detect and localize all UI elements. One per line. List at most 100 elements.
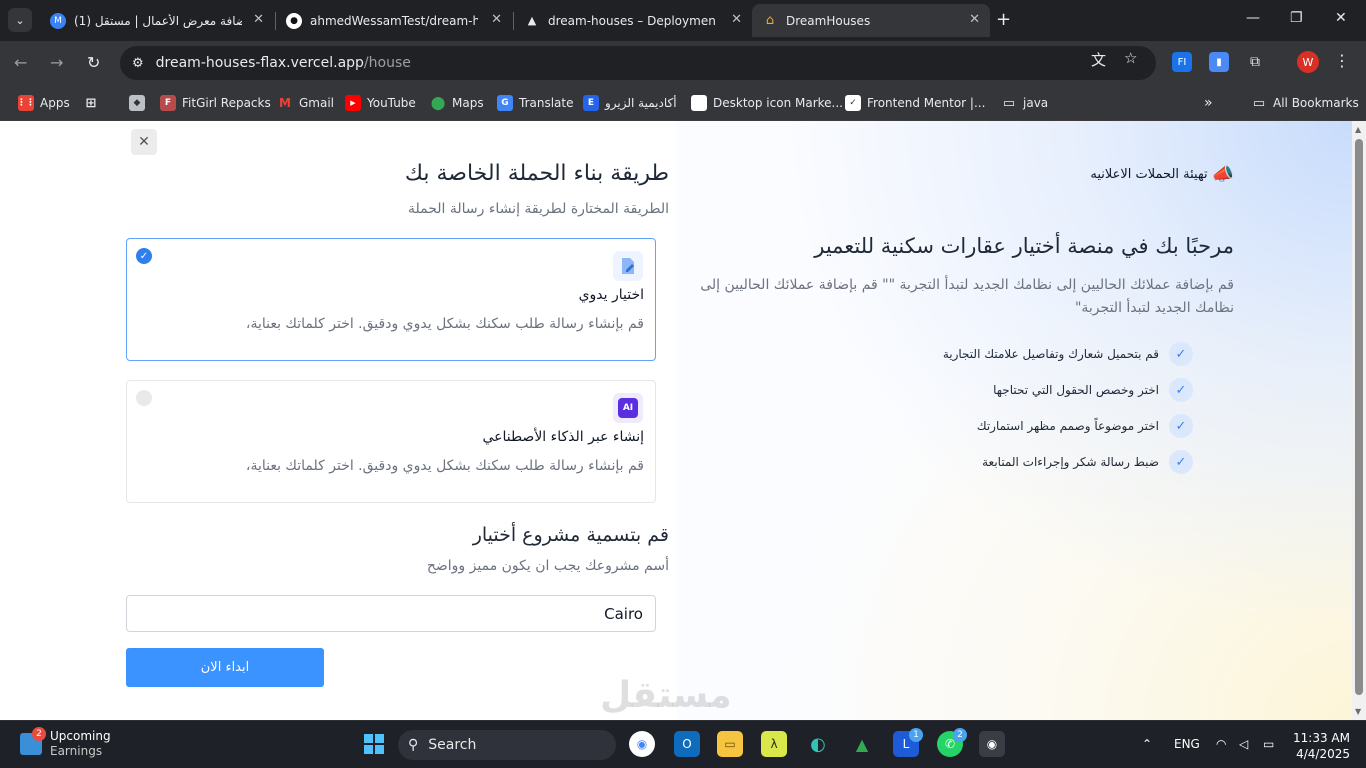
window-close-icon[interactable]: ✕ bbox=[1335, 10, 1347, 26]
check-icon: ✓ bbox=[1169, 342, 1193, 366]
form-subtitle: الطريقة المختارة لطريقة إنشاء رسالة الحم… bbox=[407, 201, 669, 217]
feature-item: ✓ قم بتحميل شعارك وتفاصيل علامتك التجارية bbox=[943, 342, 1193, 366]
bookmark-tab-groups[interactable]: ⊞ bbox=[83, 93, 105, 113]
tab-title: ahmedWessamTest/dream-hou bbox=[310, 13, 478, 28]
check-icon: ✓ bbox=[1169, 450, 1193, 474]
forward-arrow-icon[interactable]: → bbox=[50, 53, 63, 72]
bookmark-youtube[interactable]: ▶ YouTube bbox=[345, 93, 416, 113]
apps-grid-icon: ⋮⋮ bbox=[17, 95, 35, 111]
vercel-favicon-icon: ▲ bbox=[527, 14, 537, 27]
chrome-icon[interactable]: ◉ bbox=[629, 731, 655, 757]
tray-overflow-chevron-icon[interactable]: ⌃ bbox=[1142, 737, 1152, 751]
bookmark-desktop-icon-market[interactable]: Desktop icon Marke... bbox=[691, 93, 843, 113]
mostaql-favicon-icon: M bbox=[50, 12, 66, 29]
feature-item: ✓ ضبط رسالة شكر وإجراءات المتابعة bbox=[982, 450, 1193, 474]
scroll-down-arrow-icon[interactable]: ▼ bbox=[1355, 707, 1361, 716]
check-icon: ✓ bbox=[1169, 378, 1193, 402]
tab-title: dream-houses – Deployment O bbox=[548, 13, 716, 28]
project-name-subtitle: أسم مشروعك يجب ان يكون مميز وواضح bbox=[426, 558, 669, 574]
url-text: dream-houses-flax.vercel.app/house bbox=[155, 55, 411, 71]
lambda-app-icon[interactable]: λ bbox=[761, 731, 787, 757]
extension-doc-icon[interactable]: ▮ bbox=[1209, 52, 1229, 72]
close-button[interactable]: ✕ bbox=[131, 129, 157, 155]
option-manual[interactable]: ✓ اختيار يدوي قم بإنشاء رسالة طلب سكنك ب… bbox=[126, 238, 656, 361]
tab-close-icon[interactable]: ✕ bbox=[253, 12, 264, 27]
bookmarks-overflow-icon[interactable]: » bbox=[1204, 93, 1213, 113]
ai-chip-icon: AI bbox=[613, 393, 643, 423]
widget-title: Upcoming bbox=[50, 729, 111, 743]
taskbar-search[interactable]: ⚲ Search bbox=[398, 730, 616, 760]
badge-label: تهيئة الحملات الاعلانيه bbox=[1090, 167, 1208, 182]
widget-subtitle: Earnings bbox=[50, 744, 103, 758]
restore-icon[interactable]: ❐ bbox=[1290, 10, 1303, 26]
bookmark-translate[interactable]: G Translate bbox=[497, 93, 574, 113]
back-arrow-icon[interactable]: ← bbox=[14, 53, 27, 72]
bookmark-maps[interactable]: ⬤ Maps bbox=[430, 93, 484, 113]
browser-menu-icon[interactable]: ⋮ bbox=[1334, 51, 1350, 70]
notification-badge: 2 bbox=[953, 728, 967, 742]
tab-mostaql[interactable]: M (1) إضافة معرض الأعمال | مستقل ✕ bbox=[40, 4, 274, 37]
translate-page-icon[interactable]: 文 bbox=[1091, 49, 1106, 70]
fitgirl-icon: F bbox=[160, 95, 176, 111]
windows-start-icon[interactable] bbox=[361, 731, 387, 757]
bookmark-apps[interactable]: ⋮⋮ Apps bbox=[17, 93, 70, 113]
option-description: قم بإنشاء رسالة طلب سكنك بشكل يدوي ودقيق… bbox=[245, 316, 644, 332]
tab-close-icon[interactable]: ✕ bbox=[491, 12, 502, 27]
translate-icon: G bbox=[497, 95, 513, 111]
house-favicon-icon: ⌂ bbox=[765, 13, 775, 28]
tab-dreamhouses[interactable]: ⌂ DreamHouses ✕ bbox=[752, 4, 990, 37]
scroll-up-arrow-icon[interactable]: ▲ bbox=[1355, 125, 1361, 134]
edge-icon[interactable]: ◐ bbox=[805, 731, 831, 757]
widgets-button[interactable]: 2 Upcoming Earnings bbox=[20, 727, 111, 759]
all-bookmarks-folder[interactable]: ▭ All Bookmarks bbox=[1251, 93, 1359, 113]
file-explorer-icon[interactable]: ▭ bbox=[717, 731, 743, 757]
outlook-icon[interactable]: O bbox=[674, 731, 700, 757]
tab-groups-icon: ⊞ bbox=[85, 95, 97, 111]
bookmark-star-icon[interactable]: ☆ bbox=[1124, 49, 1137, 67]
tab-title: DreamHouses bbox=[786, 13, 871, 28]
clock-date: 4/4/2025 bbox=[1296, 747, 1350, 761]
campaign-setup-badge: 📣 تهيئة الحملات الاعلانيه bbox=[1090, 164, 1234, 185]
tab-close-icon[interactable]: ✕ bbox=[731, 12, 742, 27]
project-name-input[interactable] bbox=[126, 595, 656, 632]
folder-icon: ▭ bbox=[1252, 95, 1266, 111]
volume-icon[interactable]: ◁ bbox=[1239, 737, 1248, 751]
profile-avatar[interactable]: W bbox=[1297, 51, 1319, 73]
bookmark-roblox[interactable]: ◆ bbox=[129, 93, 151, 113]
extension-fi-icon[interactable]: FI bbox=[1172, 52, 1192, 72]
option-ai[interactable]: AI إنشاء عبر الذكاء الأصطناعي قم بإنشاء … bbox=[126, 380, 656, 503]
page-scrollbar[interactable]: ▲ ▼ bbox=[1352, 121, 1366, 720]
browser-tab-bar: ⌄ M (1) إضافة معرض الأعمال | مستقل ✕ ● a… bbox=[0, 0, 1366, 41]
tab-github[interactable]: ● ahmedWessamTest/dream-hou ✕ bbox=[276, 4, 512, 37]
folder-icon: ▭ bbox=[1002, 95, 1016, 111]
youtube-icon: ▶ bbox=[345, 95, 361, 111]
extensions-puzzle-icon[interactable]: ⧉ bbox=[1245, 52, 1265, 72]
tab-vercel[interactable]: ▲ dream-houses – Deployment O ✕ bbox=[514, 4, 752, 37]
taskbar-clock[interactable]: 11:33 AM 4/4/2025 bbox=[1288, 730, 1350, 762]
browser-toolbar: ← → ↻ ⚙ dream-houses-flax.vercel.app/hou… bbox=[0, 41, 1366, 85]
address-bar[interactable]: ⚙ dream-houses-flax.vercel.app/house bbox=[120, 46, 1156, 80]
input-language[interactable]: ENG bbox=[1174, 737, 1200, 751]
bookmark-folder-java[interactable]: ▭ java bbox=[1001, 93, 1048, 113]
tab-close-icon[interactable]: ✕ bbox=[969, 12, 980, 27]
battery-icon[interactable]: ▭ bbox=[1263, 737, 1274, 751]
reload-icon[interactable]: ↻ bbox=[87, 53, 100, 72]
site-settings-icon[interactable]: ⚙ bbox=[132, 56, 144, 71]
new-tab-icon[interactable]: + bbox=[996, 9, 1011, 30]
scroll-thumb[interactable] bbox=[1355, 139, 1363, 695]
bookmark-gmail[interactable]: M Gmail bbox=[277, 93, 334, 113]
google-drive-icon[interactable]: ▲ bbox=[849, 731, 875, 757]
start-now-button[interactable]: ابداء الان bbox=[126, 648, 324, 687]
welcome-title: مرحبًا بك في منصة أختيار عقارات سكنية لل… bbox=[814, 234, 1234, 258]
page-icon bbox=[691, 95, 707, 111]
tab-search-chevron-icon[interactable]: ⌄ bbox=[8, 8, 32, 32]
bookmarks-bar: ⋮⋮ Apps ⊞ ◆ F FitGirl Repacks M Gmail ▶ YouT… bbox=[0, 85, 1366, 121]
bookmark-zero-academy[interactable]: E أكاديمية الزيرو bbox=[583, 93, 677, 113]
chrome-profile-icon[interactable]: ◉ bbox=[979, 731, 1005, 757]
tab-title: (1) إضافة معرض الأعمال | مستقل bbox=[74, 13, 242, 28]
search-label: Search bbox=[428, 737, 477, 753]
bookmark-fitgirl[interactable]: F FitGirl Repacks bbox=[160, 93, 271, 113]
wifi-icon[interactable]: ◠ bbox=[1216, 737, 1226, 751]
bookmark-frontend-mentor[interactable]: ✓ Frontend Mentor |... bbox=[845, 93, 985, 113]
minimize-icon[interactable]: — bbox=[1246, 10, 1260, 26]
